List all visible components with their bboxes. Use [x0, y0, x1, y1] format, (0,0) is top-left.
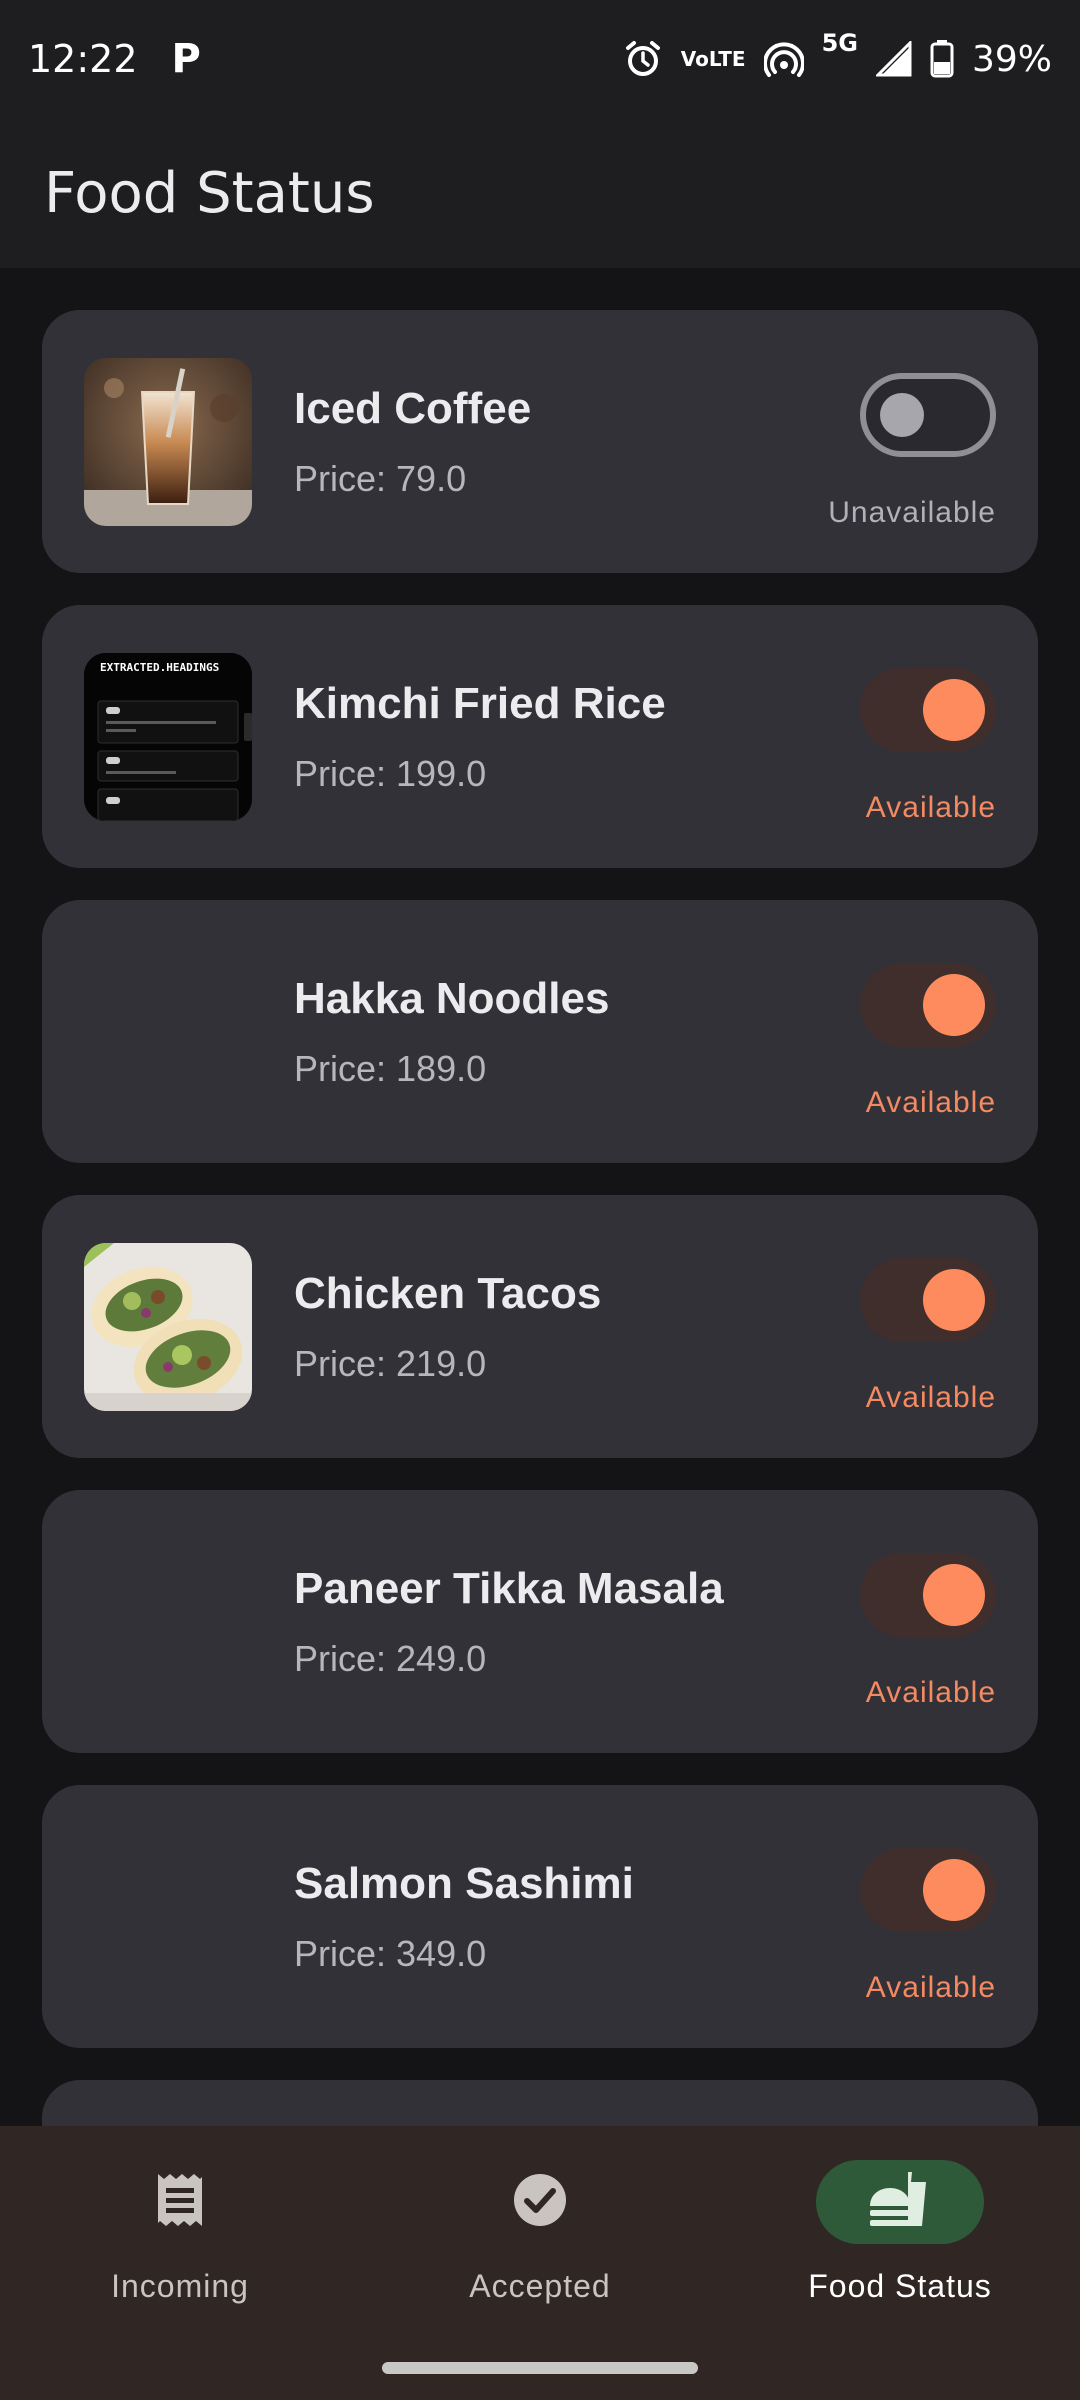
- receipt-icon: [154, 2172, 206, 2232]
- toggle-knob: [880, 393, 924, 437]
- toggle-knob: [923, 974, 985, 1036]
- toggle-knob: [923, 1564, 985, 1626]
- food-card: Iced Coffee Price: 79.0 Unavailable: [42, 310, 1038, 573]
- item-name: Paneer Tikka Masala: [294, 1564, 724, 1613]
- item-name: Hakka Noodles: [294, 974, 610, 1023]
- page-title: Food Status: [44, 160, 375, 226]
- nav-label: Incoming: [111, 2268, 249, 2304]
- availability-status: Available: [865, 1086, 996, 1119]
- availability-status: Available: [865, 1381, 996, 1414]
- food-card: Salmon Sashimi Price: 349.0 Available: [42, 1785, 1038, 2048]
- item-price: Price: 249.0: [294, 1638, 487, 1679]
- nav-pill: [456, 2160, 624, 2244]
- food-card: Chicken Tacos Price: 219.0 Available: [42, 1195, 1038, 1458]
- nav-item-food-status[interactable]: Food Status: [720, 2160, 1080, 2330]
- item-price: Price: 349.0: [294, 1933, 487, 1974]
- availability-toggle[interactable]: [860, 1553, 996, 1637]
- availability-toggle[interactable]: [860, 373, 996, 457]
- status-bar: 12:22 P Vo LTE 5G 39%: [0, 0, 1080, 118]
- iced-coffee-thumbnail: [84, 358, 252, 526]
- availability-status: Available: [865, 1971, 996, 2004]
- availability-status: Available: [865, 1676, 996, 1709]
- food-card: EXTRACTED.HEADINGS Kimchi Fried Rice Pri…: [42, 605, 1038, 868]
- battery-icon: [930, 40, 954, 78]
- toggle-knob: [923, 1859, 985, 1921]
- availability-toggle[interactable]: [860, 963, 996, 1047]
- item-name: Iced Coffee: [294, 384, 532, 433]
- item-name: Kimchi Fried Rice: [294, 679, 666, 728]
- home-indicator[interactable]: [382, 2362, 698, 2374]
- nav-label: Food Status: [808, 2268, 992, 2304]
- item-price: Price: 79.0: [294, 458, 467, 499]
- alarm-icon: [623, 39, 663, 79]
- food-card: Paneer Tikka Masala Price: 249.0 Availab…: [42, 1490, 1038, 1753]
- network-type: 5G: [821, 28, 858, 57]
- availability-toggle[interactable]: [860, 1258, 996, 1342]
- check-circle-icon: [512, 2172, 568, 2232]
- food-card: Hakka Noodles Price: 189.0 Available: [42, 900, 1038, 1163]
- nav-item-accepted[interactable]: Accepted: [360, 2160, 720, 2330]
- battery-percent: 39%: [971, 38, 1052, 80]
- availability-toggle[interactable]: [860, 668, 996, 752]
- signal-icon: [875, 41, 912, 77]
- volte-icon: Vo LTE: [681, 49, 746, 69]
- toggle-knob: [923, 1269, 985, 1331]
- volte-top: Vo: [680, 47, 709, 71]
- availability-status: Unavailable: [828, 496, 996, 529]
- item-name: Chicken Tacos: [294, 1269, 602, 1318]
- status-time: 12:22: [28, 37, 138, 81]
- chicken-tacos-thumbnail: [84, 1243, 252, 1411]
- item-price: Price: 199.0: [294, 753, 487, 794]
- screenshot-thumbnail: EXTRACTED.HEADINGS: [84, 653, 252, 821]
- availability-status: Available: [865, 791, 996, 824]
- notification-p-icon: P: [171, 36, 201, 82]
- volte-bottom: LTE: [708, 47, 746, 71]
- item-price: Price: 189.0: [294, 1048, 487, 1089]
- screen: 12:22 P Vo LTE 5G 39% Food Status Iced C…: [0, 0, 1080, 2400]
- hotspot-icon: [763, 39, 804, 79]
- bottom-navigation: Incoming Accepted Food Status: [0, 2126, 1080, 2400]
- item-name: Salmon Sashimi: [294, 1859, 634, 1908]
- nav-pill-active: [816, 2160, 984, 2244]
- thumbnail-title: EXTRACTED.HEADINGS: [100, 661, 219, 674]
- food-list[interactable]: Iced Coffee Price: 79.0 Unavailable EXTR…: [0, 268, 1080, 2126]
- nav-item-incoming[interactable]: Incoming: [0, 2160, 360, 2330]
- nav-label: Accepted: [469, 2268, 611, 2304]
- availability-toggle[interactable]: [860, 1848, 996, 1932]
- nav-pill: [96, 2160, 264, 2244]
- food-card: [42, 2080, 1038, 2126]
- app-bar: Food Status: [0, 118, 1080, 268]
- item-price: Price: 219.0: [294, 1343, 487, 1384]
- fastfood-icon: [868, 2170, 932, 2234]
- toggle-knob: [923, 679, 985, 741]
